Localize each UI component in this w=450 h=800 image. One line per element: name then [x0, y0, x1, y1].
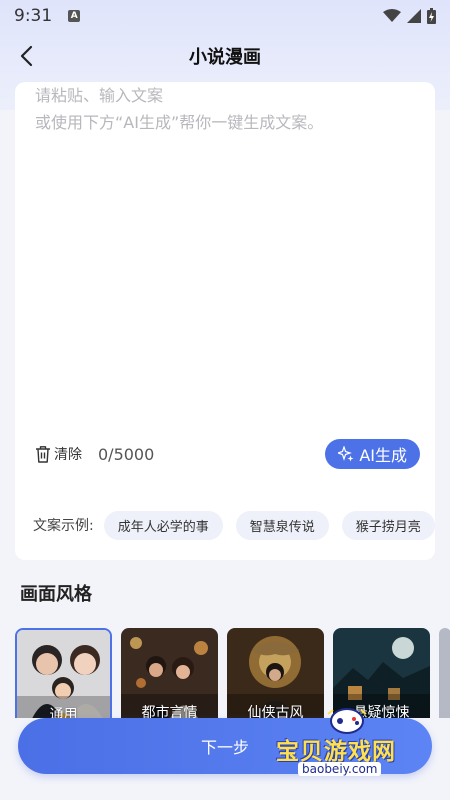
copy-text-input[interactable]: 请粘贴、输入文案 或使用下方“AI生成”帮你一键生成文案。	[35, 82, 415, 422]
clear-label: 清除	[54, 447, 82, 463]
signal-icon	[407, 9, 421, 23]
placeholder-line-2: 或使用下方“AI生成”帮你一键生成文案。	[35, 113, 324, 132]
style-label: 悬疑惊悚	[353, 705, 410, 718]
back-button[interactable]	[10, 40, 42, 72]
ai-generate-button[interactable]: AI生成	[325, 439, 420, 469]
next-step-label: 下一步	[200, 738, 249, 757]
status-time: 9:31	[14, 6, 53, 26]
placeholder-line-1: 请粘贴、输入文案	[35, 86, 164, 105]
example-chip[interactable]: 智慧泉传说	[235, 510, 329, 540]
nav-bar: 小说漫画	[0, 36, 450, 76]
wifi-icon	[383, 9, 401, 22]
style-list: 通用 都市言情 仙侠古风 悬疑惊悚	[15, 628, 450, 718]
style-label: 仙侠古风	[247, 705, 304, 718]
chevron-left-icon	[20, 45, 33, 67]
page-title: 小说漫画	[189, 47, 261, 68]
examples-row: 文案示例: 成年人必学的事 智慧泉传说 猴子捞月亮	[33, 509, 435, 541]
style-option-suspense[interactable]: 悬疑惊悚	[333, 628, 430, 718]
example-chip[interactable]: 猴子捞月亮	[341, 510, 435, 540]
style-label: 都市言情	[141, 705, 198, 718]
examples-label: 文案示例:	[33, 518, 94, 534]
battery-icon	[427, 8, 436, 24]
sparkle-icon	[338, 446, 354, 462]
next-step-button[interactable]: 下一步	[18, 718, 432, 774]
style-option-urban-romance[interactable]: 都市言情	[121, 628, 218, 718]
char-counter: 0/5000	[98, 444, 155, 464]
status-icons	[383, 8, 436, 24]
app-notification-icon: A	[68, 10, 81, 22]
style-option-xianxia[interactable]: 仙侠古风	[227, 628, 324, 718]
style-section-title: 画面风格	[20, 584, 92, 605]
ai-generate-label: AI生成	[359, 446, 407, 465]
bottom-spacer	[0, 784, 450, 800]
editor-toolbar: 清除 0/5000 AI生成	[35, 438, 420, 470]
style-label: 通用	[49, 707, 78, 718]
style-option-more[interactable]	[439, 628, 450, 718]
status-bar: 9:31 A	[0, 0, 450, 32]
style-option-general[interactable]: 通用	[15, 628, 112, 718]
clear-button[interactable]: 清除	[35, 444, 82, 464]
editor-card: 请粘贴、输入文案 或使用下方“AI生成”帮你一键生成文案。 清除 0/5000 …	[15, 82, 435, 560]
example-chip[interactable]: 成年人必学的事	[103, 510, 223, 540]
trash-icon	[36, 446, 50, 463]
